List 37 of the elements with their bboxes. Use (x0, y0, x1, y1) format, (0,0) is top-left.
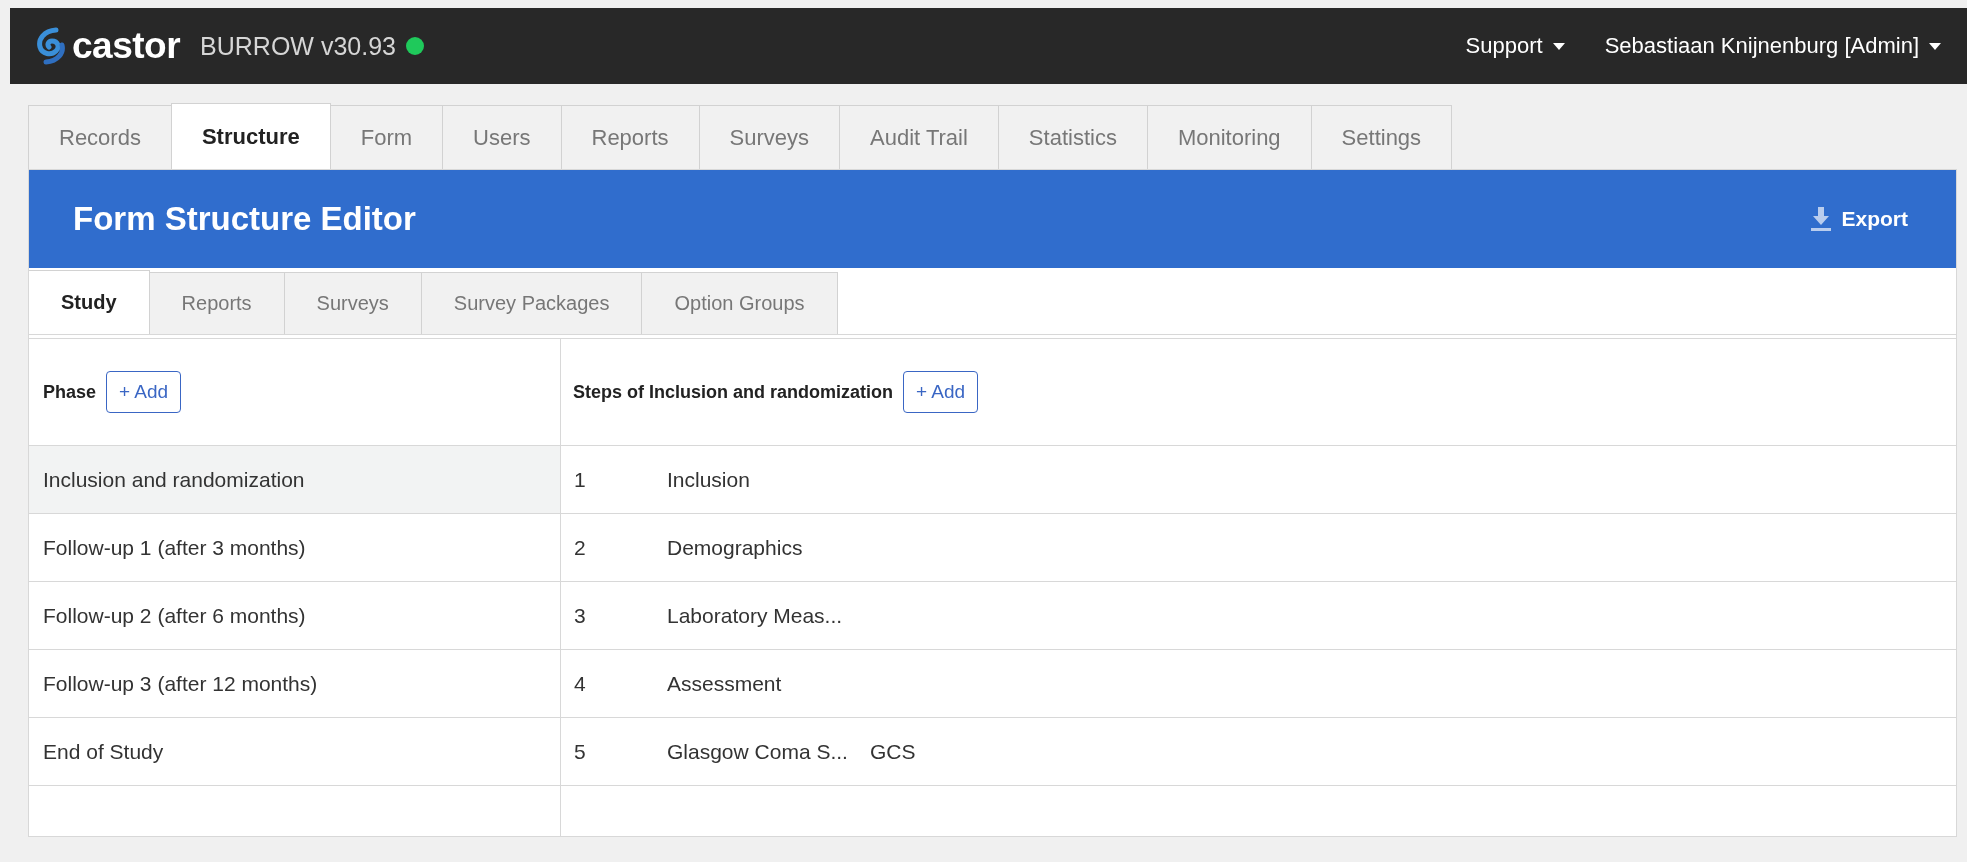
step-number: 1 (573, 467, 587, 492)
tab[interactable]: Option Groups (641, 272, 838, 334)
step-abbreviation: GCS (869, 739, 916, 764)
menu-link[interactable]: Sebastiaan Knijnenburg [Admin] (1604, 33, 1919, 59)
logo-text: castor (72, 25, 181, 67)
tab[interactable]: Structure (170, 103, 331, 169)
tab[interactable]: Settings (1310, 105, 1453, 169)
step-name[interactable]: Inclusion (667, 467, 750, 492)
tab[interactable]: Survey Packages (420, 272, 643, 334)
logo-icon (36, 27, 66, 65)
study-name: BURROW v30.93 (200, 31, 396, 61)
add-phase-button[interactable]: + Add (106, 371, 182, 413)
phase-row[interactable]: Inclusion and randomization (29, 446, 560, 514)
export-button[interactable]: Export (1805, 205, 1914, 233)
caret-icon (1929, 42, 1941, 50)
phase-row[interactable]: End of Study (29, 718, 560, 786)
caret-icon (1552, 42, 1565, 50)
menu-link[interactable]: Support (1465, 33, 1543, 59)
tab[interactable]: Reports (148, 272, 285, 334)
step-number: 5 (573, 739, 587, 764)
step-name[interactable]: Glasgow Coma S... (667, 739, 848, 764)
step-number: 2 (573, 535, 587, 560)
tab[interactable]: Records (28, 105, 172, 169)
step-name[interactable]: Demographics (667, 535, 803, 560)
phase-row[interactable]: Follow-up 3 (after 12 months) (29, 650, 560, 718)
editor-title: Form Structure Editor (73, 200, 417, 238)
phase-row[interactable]: Follow-up 2 (after 6 months) (29, 582, 560, 650)
tab[interactable]: Surveys (283, 272, 422, 334)
step-number: 3 (573, 603, 587, 628)
column-heading: Phase (43, 381, 97, 403)
step-name[interactable]: Assessment (667, 671, 782, 696)
column-heading: Steps of Inclusion and randomization (573, 381, 894, 403)
phase-row[interactable]: Follow-up 1 (after 3 months) (29, 514, 560, 582)
step-name[interactable]: Laboratory Meas... (667, 603, 843, 628)
add-step-button[interactable]: + Add (903, 371, 979, 413)
step-number: 4 (573, 671, 587, 696)
download-icon (1811, 206, 1832, 232)
